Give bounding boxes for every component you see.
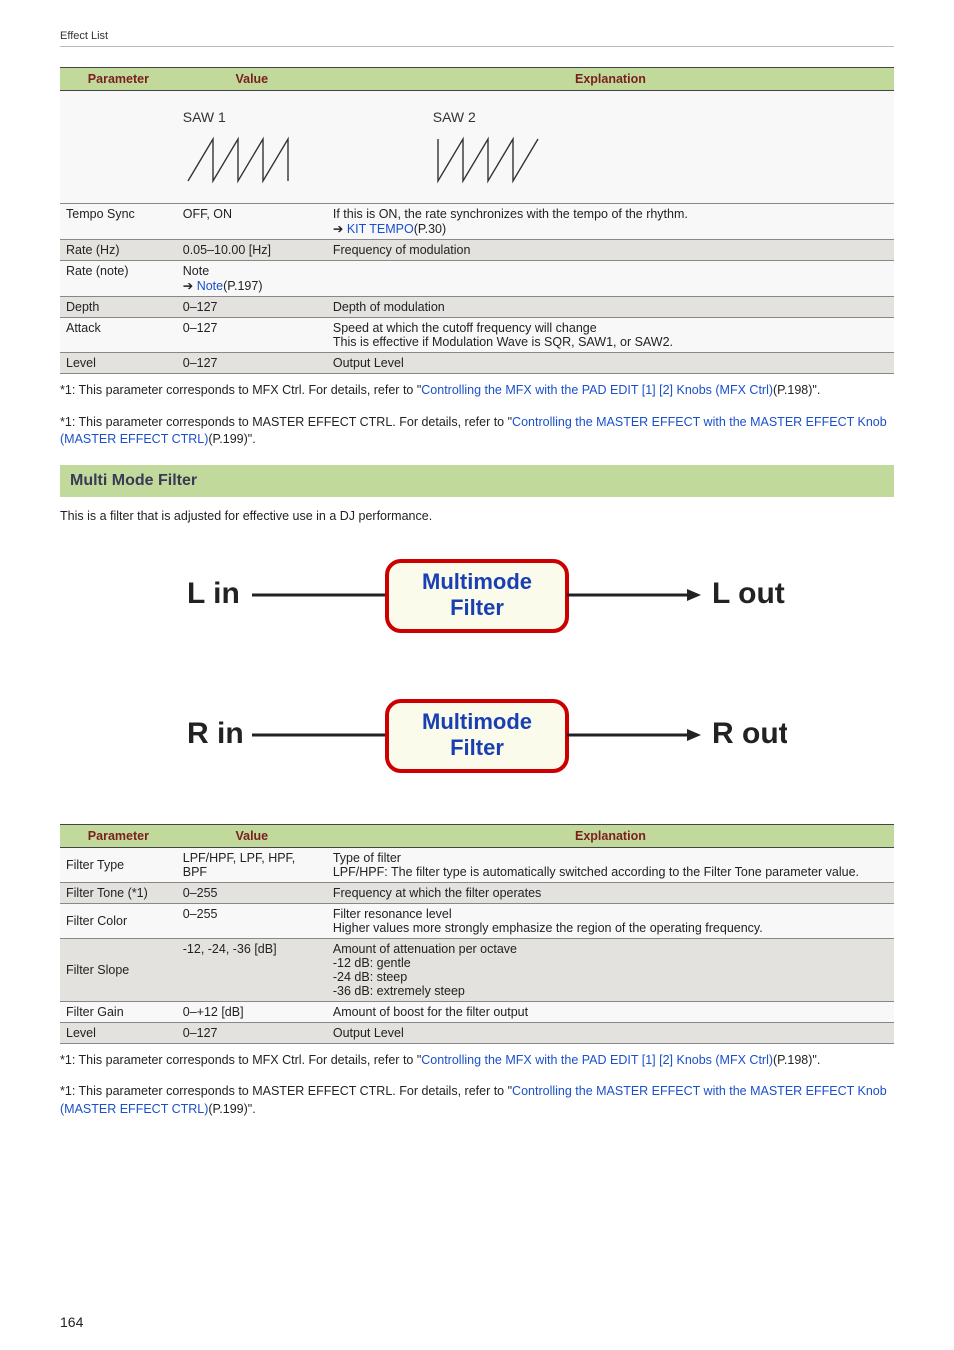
th-explanation: Explanation — [327, 68, 894, 91]
arrowhead-icon — [687, 589, 701, 601]
wave-label-saw2: SAW 2 — [433, 109, 563, 125]
wave-diagrams: SAW 1 SAW 2 — [183, 103, 888, 195]
footnote-text: *1: This parameter corresponds to MASTER… — [60, 1084, 512, 1098]
value-cell: 0–127 — [177, 318, 327, 353]
exp-text: Filter resonance level — [333, 907, 452, 921]
filter-box-text: Multimode — [422, 569, 532, 594]
th-parameter: Parameter — [60, 824, 177, 847]
th-parameter: Parameter — [60, 68, 177, 91]
diagram-rin-label: R in — [187, 717, 244, 750]
th-explanation: Explanation — [327, 824, 894, 847]
param-cell: Level — [60, 1022, 177, 1043]
value-cell: Note ➔ Note(P.197) — [177, 261, 327, 297]
saw1-wave-icon — [183, 131, 313, 186]
param-cell: Level — [60, 353, 177, 374]
value-cell: 0–255 — [177, 882, 327, 903]
exp-cell — [327, 261, 894, 297]
footnote-2: *1: This parameter corresponds to MASTER… — [60, 414, 894, 449]
mfx-ctrl-link[interactable]: Controlling the MFX with the PAD EDIT [1… — [421, 1053, 773, 1067]
value-cell: 0–255 — [177, 903, 327, 938]
exp-text: Speed at which the cutoff frequency will… — [333, 321, 597, 335]
filter-box-text: Filter — [450, 595, 504, 620]
exp-text: Higher values more strongly emphasize th… — [333, 921, 763, 935]
exp-text: If this is ON, the rate synchronizes wit… — [333, 207, 688, 221]
param-cell: Tempo Sync — [60, 204, 177, 240]
link-page: (P.30) — [414, 222, 446, 236]
filter-box-text: Filter — [450, 735, 504, 760]
exp-text: -24 dB: steep — [333, 970, 407, 984]
breadcrumb: Effect List — [60, 30, 894, 47]
note-link[interactable]: Note — [197, 279, 223, 293]
exp-text: Type of filter — [333, 851, 401, 865]
value-cell: 0–+12 [dB] — [177, 1001, 327, 1022]
footnote-1: *1: This parameter corresponds to MFX Ct… — [60, 382, 894, 400]
wave-label-saw1: SAW 1 — [183, 109, 313, 125]
exp-cell: Output Level — [327, 353, 894, 374]
exp-cell: Filter resonance level Higher values mor… — [327, 903, 894, 938]
footnote-3: *1: This parameter corresponds to MFX Ct… — [60, 1052, 894, 1070]
diagram-rout-label: R out — [712, 717, 787, 750]
diagram-lout-label: L out — [712, 577, 785, 610]
footnote-text: (P.198)". — [773, 383, 820, 397]
param-cell: Attack — [60, 318, 177, 353]
exp-cell: Speed at which the cutoff frequency will… — [327, 318, 894, 353]
filter-box-text: Multimode — [422, 709, 532, 734]
param-cell: Filter Color — [60, 903, 177, 938]
arrow-icon: ➔ — [183, 279, 197, 293]
exp-text: LPF/HPF: The filter type is automaticall… — [333, 865, 859, 879]
saw2-wave-icon — [433, 131, 563, 186]
exp-cell: Amount of attenuation per octave -12 dB:… — [327, 938, 894, 1001]
value-cell: 0.05–10.00 [Hz] — [177, 240, 327, 261]
footnote-text: (P.199)". — [208, 432, 255, 446]
footnote-text: *1: This parameter corresponds to MASTER… — [60, 415, 512, 429]
value-text: Note — [183, 264, 209, 278]
th-value: Value — [177, 824, 327, 847]
footnote-text: *1: This parameter corresponds to MFX Ct… — [60, 383, 421, 397]
exp-text: This is effective if Modulation Wave is … — [333, 335, 673, 349]
exp-cell: If this is ON, the rate synchronizes wit… — [327, 204, 894, 240]
footnote-text: *1: This parameter corresponds to MFX Ct… — [60, 1053, 421, 1067]
section-heading: Multi Mode Filter — [60, 465, 894, 497]
footnote-text: (P.198)". — [773, 1053, 820, 1067]
param-cell: Depth — [60, 297, 177, 318]
exp-text: -36 dB: extremely steep — [333, 984, 465, 998]
value-cell: LPF/HPF, LPF, HPF, BPF — [177, 847, 327, 882]
signal-flow-diagram: L in Multimode Filter L out R in Multimo… — [60, 543, 894, 796]
exp-cell: Frequency of modulation — [327, 240, 894, 261]
th-value: Value — [177, 68, 327, 91]
value-cell: 0–127 — [177, 1022, 327, 1043]
diagram-lin-label: L in — [187, 577, 240, 610]
page-number: 164 — [60, 1314, 83, 1330]
exp-text: Amount of attenuation per octave — [333, 942, 517, 956]
parameter-table-1: Parameter Value Explanation SAW 1 — [60, 67, 894, 374]
link-page: (P.197) — [223, 279, 262, 293]
exp-cell: Output Level — [327, 1022, 894, 1043]
param-cell: Rate (note) — [60, 261, 177, 297]
value-cell: -12, -24, -36 [dB] — [177, 938, 327, 1001]
exp-cell: Depth of modulation — [327, 297, 894, 318]
param-cell: Filter Gain — [60, 1001, 177, 1022]
exp-cell: Type of filter LPF/HPF: The filter type … — [327, 847, 894, 882]
mfx-ctrl-link[interactable]: Controlling the MFX with the PAD EDIT [1… — [421, 383, 773, 397]
value-cell: 0–127 — [177, 297, 327, 318]
arrowhead-icon — [687, 729, 701, 741]
exp-cell: Amount of boost for the filter output — [327, 1001, 894, 1022]
value-cell: OFF, ON — [177, 204, 327, 240]
parameter-table-2: Parameter Value Explanation Filter Type … — [60, 824, 894, 1044]
exp-text: -12 dB: gentle — [333, 956, 411, 970]
footnote-text: (P.199)". — [208, 1102, 255, 1116]
param-cell: Filter Type — [60, 847, 177, 882]
arrow-icon: ➔ — [333, 222, 347, 236]
value-cell: 0–127 — [177, 353, 327, 374]
kit-tempo-link[interactable]: KIT TEMPO — [347, 222, 414, 236]
param-cell: Filter Tone (*1) — [60, 882, 177, 903]
footnote-4: *1: This parameter corresponds to MASTER… — [60, 1083, 894, 1118]
exp-cell: Frequency at which the filter operates — [327, 882, 894, 903]
param-cell: Filter Slope — [60, 938, 177, 1001]
section-description: This is a filter that is adjusted for ef… — [60, 509, 894, 523]
param-cell: Rate (Hz) — [60, 240, 177, 261]
